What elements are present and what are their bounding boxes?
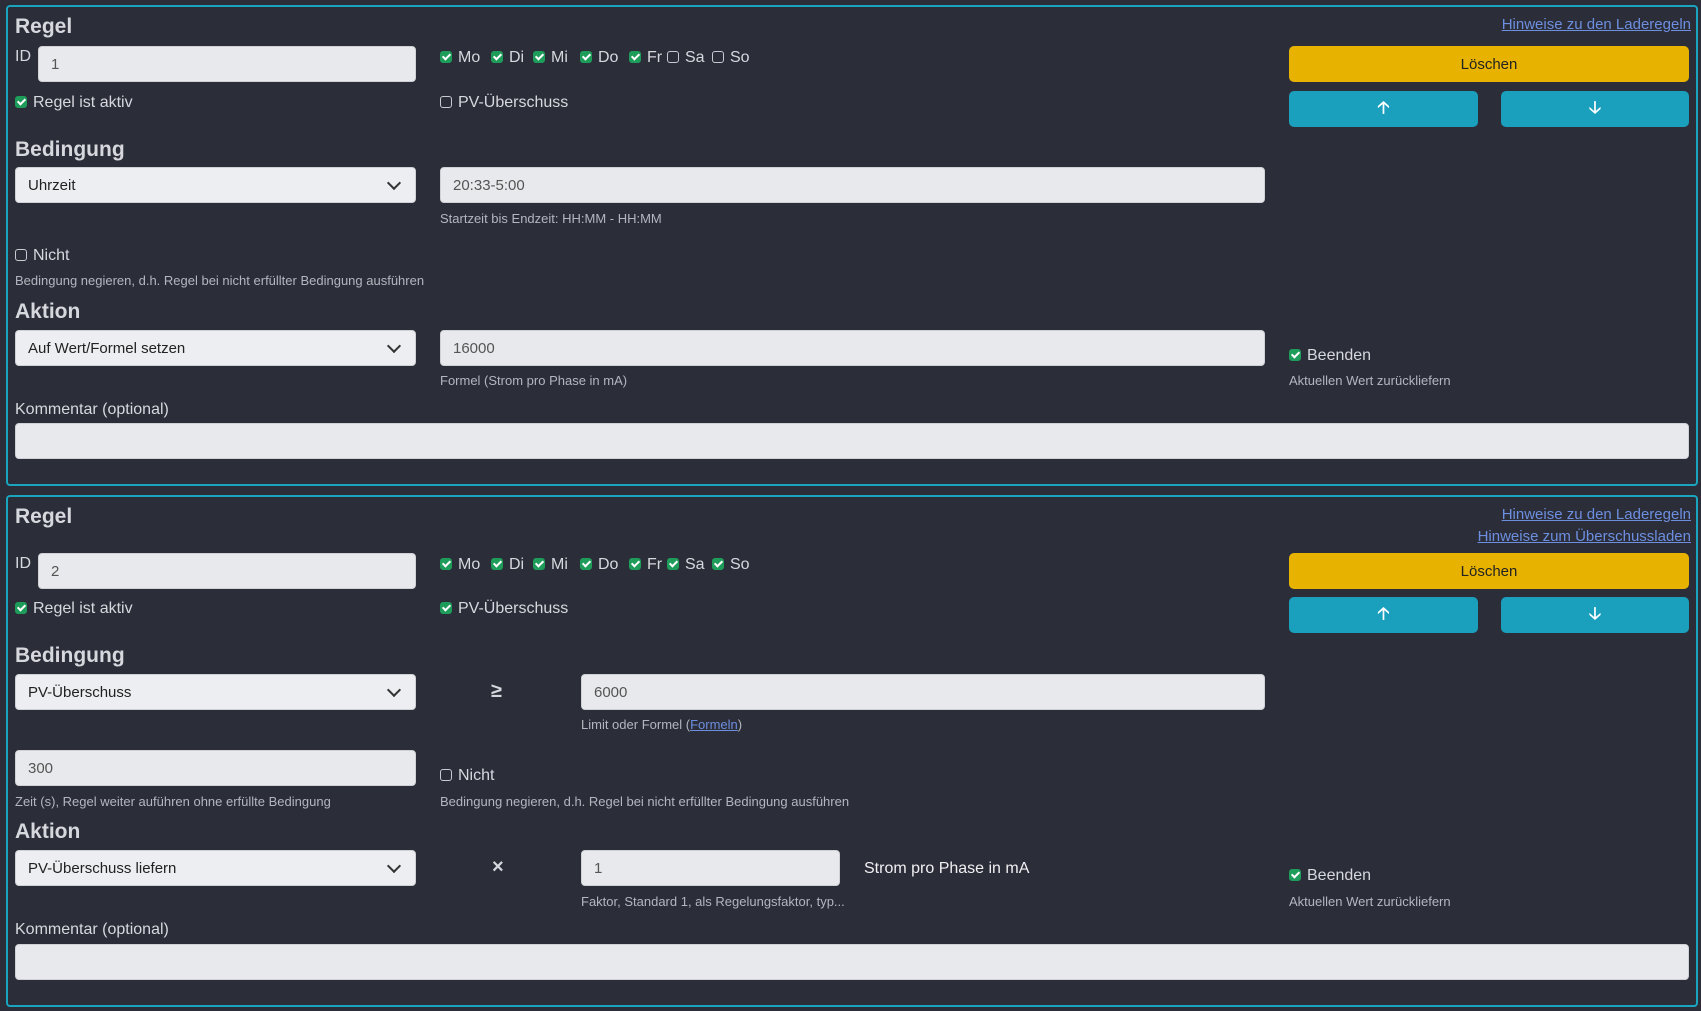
arrow-up-icon: 🡡 [1377,603,1390,623]
action-heading: Aktion [15,820,81,843]
condition-heading: Bedingung [15,138,125,161]
action-heading: Aktion [15,300,81,323]
checkbox-checked[interactable] [580,558,592,570]
checkbox-checked[interactable] [15,96,27,108]
comment-input[interactable] [15,423,1689,459]
checkbox-checked[interactable] [533,558,545,570]
action-unit-label: Strom pro Phase in mA [864,860,1030,877]
rule-active-checkbox[interactable]: Regel ist aktiv [15,600,133,618]
arrow-up-icon: 🡡 [1377,97,1390,117]
action-help: Faktor, Standard 1, als Regelungsfaktor,… [581,894,845,909]
weekday-checkbox-do[interactable]: Do [580,556,618,574]
weekday-checkbox-fr[interactable]: Fr [629,49,662,67]
rule-heading: Regel [15,505,73,528]
weekday-checkbox-so[interactable]: So [712,49,750,67]
delay-time-input[interactable] [15,750,416,786]
arrow-down-icon: 🡣 [1588,97,1602,117]
move-up-button[interactable]: 🡡 [1289,597,1478,633]
not-help: Bedingung negieren, d.h. Regel bei nicht… [15,273,425,288]
not-checkbox[interactable]: Nicht [15,247,69,265]
action-type-select[interactable]: PV-Überschuss liefern [15,850,416,886]
weekday-checkbox-mi[interactable]: Mi [533,49,568,67]
checkbox-unchecked[interactable] [440,769,452,781]
weekday-checkbox-fr[interactable]: Fr [629,556,662,574]
checkbox-checked[interactable] [491,51,503,63]
checkbox-unchecked[interactable] [440,96,452,108]
checkbox-checked[interactable] [440,558,452,570]
checkbox-checked[interactable] [1289,349,1301,361]
condition-help: Limit oder Formel (Formeln) [581,717,743,732]
condition-heading: Bedingung [15,644,125,667]
rule-heading: Regel [15,15,73,38]
condition-value-input[interactable] [581,674,1265,710]
checkbox-checked[interactable] [1289,869,1301,881]
weekday-checkbox-so[interactable]: So [712,556,750,574]
comment-label: Kommentar (optional) [15,921,169,938]
condition-type-select[interactable]: PV-Überschuss [15,674,416,710]
condition-type-select[interactable]: Uhrzeit [15,167,416,203]
checkbox-checked[interactable] [440,602,452,614]
checkbox-checked[interactable] [629,558,641,570]
weekday-checkbox-mo[interactable]: Mo [440,556,480,574]
delete-button[interactable]: Löschen [1289,553,1689,589]
checkbox-unchecked[interactable] [712,51,724,63]
id-input[interactable] [38,46,416,82]
greater-equal-operator: ≥ [491,680,502,702]
finish-help: Aktuellen Wert zurückliefern [1289,373,1451,388]
pv-surplus-checkbox[interactable]: PV-Überschuss [440,600,568,618]
finish-checkbox[interactable]: Beenden [1289,347,1371,365]
pv-surplus-checkbox[interactable]: PV-Überschuss [440,94,568,112]
checkbox-checked[interactable] [533,51,545,63]
finish-checkbox[interactable]: Beenden [1289,867,1371,885]
chevron-down-icon [386,338,402,353]
id-input[interactable] [38,553,416,589]
hints-charge-rules-link[interactable]: Hinweise zu den Laderegeln [1502,506,1691,523]
id-label: ID [15,555,31,572]
formulas-link[interactable]: Formeln [690,717,738,732]
delay-time-help: Zeit (s), Regel weiter auführen ohne erf… [15,794,331,809]
weekday-checkbox-di[interactable]: Di [491,49,524,67]
move-up-button[interactable]: 🡡 [1289,91,1478,127]
weekday-checkbox-do[interactable]: Do [580,49,618,67]
condition-value-input[interactable] [440,167,1265,203]
chevron-down-icon [386,858,402,873]
checkbox-checked[interactable] [629,51,641,63]
not-checkbox[interactable]: Nicht [440,767,494,785]
checkbox-unchecked[interactable] [667,51,679,63]
comment-input[interactable] [15,944,1689,980]
checkbox-unchecked[interactable] [15,249,27,261]
multiply-operator: × [492,856,504,878]
id-label: ID [15,48,31,65]
finish-help: Aktuellen Wert zurückliefern [1289,894,1451,909]
weekday-checkbox-mi[interactable]: Mi [533,556,568,574]
weekday-checkbox-sa[interactable]: Sa [667,556,705,574]
checkbox-checked[interactable] [580,51,592,63]
not-help: Bedingung negieren, d.h. Regel bei nicht… [440,794,850,809]
action-value-input[interactable] [440,330,1265,366]
weekday-checkbox-di[interactable]: Di [491,556,524,574]
condition-help: Startzeit bis Endzeit: HH:MM - HH:MM [440,211,662,226]
checkbox-checked[interactable] [15,602,27,614]
move-down-button[interactable]: 🡣 [1501,91,1689,127]
weekday-checkbox-mo[interactable]: Mo [440,49,480,67]
checkbox-checked[interactable] [440,51,452,63]
checkbox-checked[interactable] [712,558,724,570]
action-factor-input[interactable] [581,850,840,886]
action-help: Formel (Strom pro Phase in mA) [440,373,628,388]
checkbox-checked[interactable] [491,558,503,570]
hints-charge-rules-link[interactable]: Hinweise zu den Laderegeln [1502,16,1691,33]
arrow-down-icon: 🡣 [1588,603,1602,623]
chevron-down-icon [386,682,402,697]
chevron-down-icon [386,175,402,190]
rule-active-checkbox[interactable]: Regel ist aktiv [15,94,133,112]
move-down-button[interactable]: 🡣 [1501,597,1689,633]
checkbox-checked[interactable] [667,558,679,570]
weekday-checkbox-sa[interactable]: Sa [667,49,705,67]
delete-button[interactable]: Löschen [1289,46,1689,82]
hints-surplus-link[interactable]: Hinweise zum Überschussladen [1478,528,1691,545]
comment-label: Kommentar (optional) [15,401,169,418]
action-type-select[interactable]: Auf Wert/Formel setzen [15,330,416,366]
